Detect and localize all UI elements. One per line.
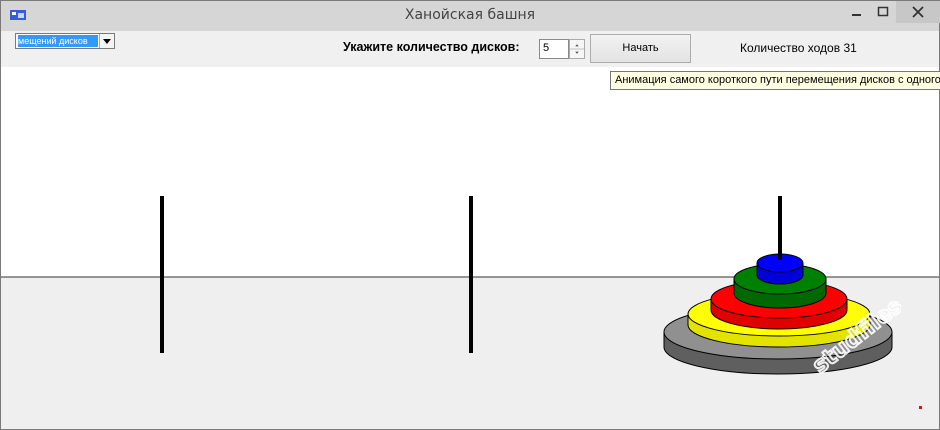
title-bar: Ханойская башня [1,1,940,31]
moves-label: Количество ходов [740,41,841,55]
studfiles-watermark: studfiles [807,301,901,380]
peg-3 [778,196,782,260]
start-button[interactable]: Начать [590,34,691,63]
mode-select[interactable]: мещений дисков [15,33,115,49]
watermark-text: studfiles [808,301,901,379]
moves-value: 31 [843,41,857,55]
toolbar: мещений дисков Укажите количество дисков… [1,31,939,67]
maximize-icon[interactable] [869,1,897,23]
corner-dot [919,406,922,409]
disk-count-stepper[interactable]: 5 [539,39,585,59]
window-title: Ханойская башня [404,7,536,23]
disk-count-label: Укажите количество дисков: [343,40,520,54]
peg-1 [160,196,164,353]
start-tooltip: Анимация самого короткого пути перемещен… [610,71,940,90]
stepper-arrows-icon[interactable] [569,39,585,59]
peg-2 [469,196,473,353]
close-icon[interactable] [896,1,940,23]
moves-counter: Количество ходов 31 [740,41,857,55]
disk-count-input[interactable]: 5 [539,39,569,59]
minimize-icon[interactable] [841,1,871,23]
mode-select-value: мещений дисков [18,35,98,47]
chevron-down-icon[interactable] [99,34,114,48]
app-window: studfiles Ханойская башня мещений дисков… [0,0,940,430]
